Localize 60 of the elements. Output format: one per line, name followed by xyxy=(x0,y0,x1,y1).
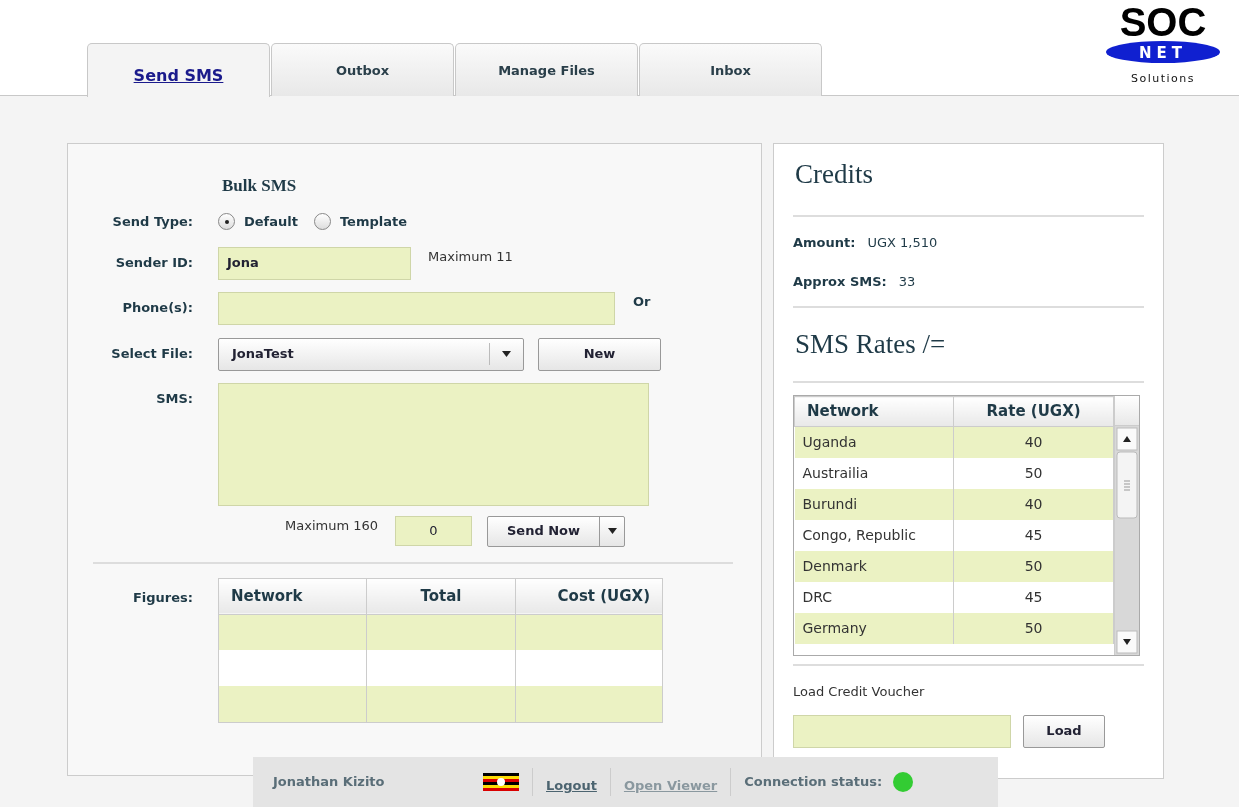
field-label: Select File: xyxy=(110,345,193,364)
form-title: Bulk SMS xyxy=(222,175,297,197)
radio-button[interactable] xyxy=(218,213,235,230)
field-label: Load Credit Voucher xyxy=(793,683,925,701)
company-logo: SOC NET Solutions xyxy=(1103,2,1223,88)
table-cell: 40 xyxy=(953,488,1114,520)
column-header: Total xyxy=(366,578,516,614)
hint-text: Maximum 11 xyxy=(428,248,513,267)
column-header: Cost (UGX) xyxy=(515,578,663,614)
credit-amount: UGX 1,510 xyxy=(867,233,938,252)
tab[interactable]: Outbox xyxy=(271,43,454,96)
file-select[interactable]: JonaTest xyxy=(218,337,524,371)
field-label: SMS: xyxy=(155,389,193,408)
field-label: Approx SMS: xyxy=(793,273,887,291)
tab[interactable]: Send SMS xyxy=(87,43,270,97)
table-cell: 45 xyxy=(953,519,1114,551)
connection-label: Connection status: xyxy=(744,773,883,792)
table-cell: Denmark xyxy=(794,550,954,582)
flag-icon xyxy=(483,773,519,791)
radio-label: Default xyxy=(244,212,298,231)
radio-label: Template xyxy=(339,212,408,231)
table-cell: DRC xyxy=(794,581,954,613)
or-label: Or xyxy=(633,293,651,312)
logout-link[interactable]: Logout xyxy=(546,776,597,796)
panel-title: Credits xyxy=(795,158,873,191)
field-label: Send Type: xyxy=(111,212,193,231)
tab[interactable]: Inbox xyxy=(639,43,822,96)
phone-field[interactable] xyxy=(218,291,615,325)
table-cell: Congo, Republic xyxy=(794,519,954,551)
hint-text: Maximum 160 xyxy=(285,517,378,536)
table-cell: 50 xyxy=(953,457,1114,489)
table-cell: 40 xyxy=(953,426,1114,458)
column-header: Network xyxy=(794,396,954,427)
field-label: Phone(s): xyxy=(121,299,193,318)
sms-count: 33 xyxy=(898,273,916,291)
table-cell: 45 xyxy=(953,581,1114,613)
column-header: Rate (UGX) xyxy=(953,396,1114,427)
table-cell: Austrailia xyxy=(794,457,954,489)
table-cell: 50 xyxy=(953,550,1114,582)
sms-field[interactable] xyxy=(218,382,649,506)
table-cell: 50 xyxy=(953,612,1114,644)
scrollbar[interactable] xyxy=(1115,426,1139,655)
load-button[interactable]: Load xyxy=(1023,714,1105,748)
panel-title: SMS Rates /= xyxy=(795,327,946,361)
table-cell: Uganda xyxy=(794,426,954,458)
field-label: Amount: xyxy=(793,233,856,252)
sender-id-field[interactable]: Jona xyxy=(218,246,411,280)
field-label: Figures: xyxy=(131,588,193,607)
table-cell: Burundi xyxy=(794,488,954,520)
new-button[interactable]: New xyxy=(538,337,661,371)
table-cell: Germany xyxy=(794,612,954,644)
voucher-field[interactable] xyxy=(793,714,1011,748)
radio-button[interactable] xyxy=(313,213,331,230)
user-name: Jonathan Kizito xyxy=(273,773,386,792)
caret-icon xyxy=(502,351,511,357)
column-header: Network xyxy=(218,578,367,614)
dropdown-caret-icon[interactable] xyxy=(607,528,617,534)
character-count-field: 0 xyxy=(395,516,472,546)
field-label: Sender ID: xyxy=(114,254,193,273)
tab[interactable]: Manage Files xyxy=(455,43,638,96)
